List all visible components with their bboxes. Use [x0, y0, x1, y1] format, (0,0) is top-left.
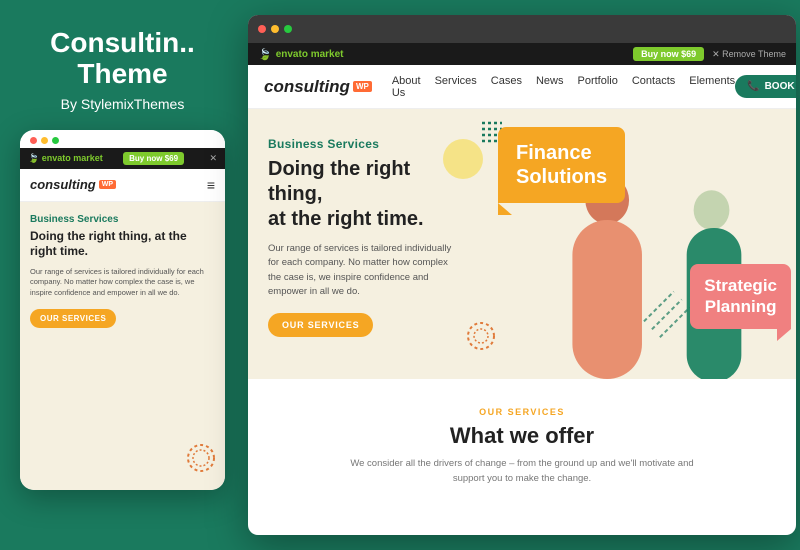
nav-link-about[interactable]: About Us [392, 75, 421, 99]
envato-remove-button[interactable]: ✕ Remove Theme [712, 49, 786, 60]
nav-link-cases[interactable]: Cases [491, 75, 522, 99]
nav-link-portfolio[interactable]: Portfolio [577, 75, 617, 99]
envato-bar-actions: Buy now $69 ✕ Remove Theme [633, 47, 786, 61]
bottom-section: OUR SERVICES What we offer We consider a… [248, 379, 796, 509]
mobile-buy-button[interactable]: Buy now $69 [123, 152, 184, 165]
finance-line2: Solutions [516, 166, 607, 188]
theme-subtitle: Theme [77, 58, 167, 89]
mobile-dot-green [52, 137, 59, 144]
mobile-services-label: Business Services [30, 214, 215, 225]
browser-titlebar [248, 15, 796, 43]
mobile-dot-yellow [41, 137, 48, 144]
hero-services-label: Business Services [268, 137, 458, 151]
envato-logo: 🍃 envato market [258, 48, 344, 61]
mobile-logo-text: consulting [30, 177, 96, 192]
browser-dot-green [284, 25, 292, 33]
site-nav: consulting WP About Us Services Cases Ne… [248, 65, 796, 109]
mobile-titlebar [20, 130, 225, 148]
hero-cta-button[interactable]: OUR SERVICES [268, 313, 373, 337]
browser-dot-red [258, 25, 266, 33]
main-browser-window: 🍃 envato market Buy now $69 ✕ Remove The… [248, 15, 796, 535]
envato-buy-button[interactable]: Buy now $69 [633, 47, 704, 61]
hero-section: Business Services Doing the right thing,… [248, 109, 796, 379]
strategic-line2: Planning [705, 297, 777, 316]
mobile-envato-logo: 🍃 envato market [28, 153, 103, 164]
book-call-button[interactable]: 📞 BOOK A CALL [735, 75, 796, 98]
mobile-site-header: consulting WP ≡ [20, 169, 225, 202]
mobile-hero-button[interactable]: OUR SERVICES [30, 309, 116, 328]
mobile-hero: Business Services Doing the right thing,… [20, 202, 225, 490]
phone-icon: 📞 [747, 81, 759, 92]
nav-link-news[interactable]: News [536, 75, 564, 99]
what-we-offer-title: What we offer [450, 423, 594, 449]
theme-by: By StylemixThemes [61, 96, 185, 112]
book-call-label: BOOK A CALL [765, 81, 796, 92]
strategic-line1: Strategic [704, 276, 777, 295]
our-services-label: OUR SERVICES [479, 407, 565, 417]
nav-link-contacts[interactable]: Contacts [632, 75, 675, 99]
envato-top-bar: 🍃 envato market Buy now $69 ✕ Remove The… [248, 43, 796, 65]
mobile-logo-wp: WP [99, 180, 116, 189]
mobile-stripe-deco-icon [187, 444, 215, 472]
mobile-hero-desc: Our range of services is tailored indivi… [30, 267, 215, 299]
mobile-logo: consulting WP [30, 177, 116, 192]
strategic-planning-bubble: Strategic Planning [690, 264, 791, 329]
mobile-close-button[interactable]: ✕ [209, 153, 217, 164]
mobile-hero-title: Doing the right thing, at the right time… [30, 229, 215, 260]
offer-description: We consider all the drivers of change – … [342, 457, 702, 486]
mobile-preview: 🍃 envato market Buy now $69 ✕ consulting… [20, 130, 225, 490]
envato-logo-text: envato market [276, 49, 344, 60]
finance-line1: Finance [516, 142, 592, 164]
site-logo-text: consulting [264, 77, 350, 97]
nav-link-services[interactable]: Services [435, 75, 477, 99]
browser-dot-yellow [271, 25, 279, 33]
nav-links: About Us Services Cases News Portfolio C… [392, 75, 735, 99]
hero-desc: Our range of services is tailored indivi… [268, 242, 458, 299]
mobile-hamburger-icon[interactable]: ≡ [207, 177, 215, 193]
finance-solutions-bubble: Finance Solutions [498, 127, 625, 203]
hero-title: Doing the right thing, at the right time… [268, 157, 458, 232]
mobile-dot-red [30, 137, 37, 144]
hero-content: Business Services Doing the right thing,… [248, 109, 478, 379]
hero-title-line1: Doing the right thing, [268, 158, 410, 205]
theme-title-text: Consultin.. [50, 27, 195, 58]
hero-image-area: Finance Solutions Strategic Planning [478, 109, 796, 379]
nav-link-elements[interactable]: Elements [689, 75, 735, 99]
site-logo-wp: WP [353, 81, 372, 92]
site-logo: consulting WP [264, 77, 372, 97]
envato-leaf-icon: 🍃 [258, 48, 272, 61]
left-title: Consultin.. Theme [50, 28, 195, 90]
left-panel: Consultin.. Theme By StylemixThemes 🍃 en… [0, 0, 245, 550]
hero-title-line2: at the right time. [268, 208, 424, 230]
mobile-envato-bar: 🍃 envato market Buy now $69 ✕ [20, 148, 225, 169]
